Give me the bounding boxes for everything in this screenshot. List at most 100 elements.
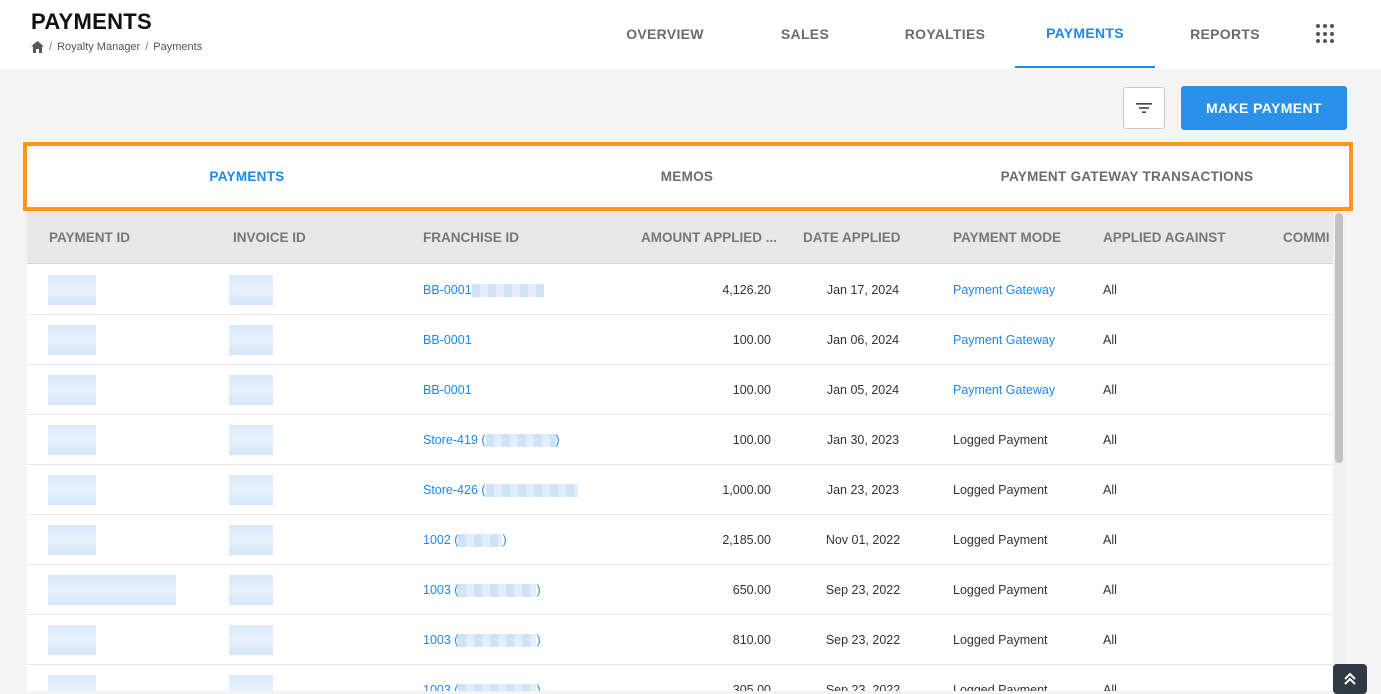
payment-mode-cell: Logged Payment	[953, 633, 1048, 647]
date-applied-cell: Jan 23, 2023	[826, 483, 900, 497]
subtab-payments[interactable]: PAYMENTS	[142, 146, 352, 207]
franchise-id-suffix[interactable]: )	[502, 533, 506, 547]
table-row[interactable]: 1003 () 810.00 Sep 23, 2022 Logged Payment A…	[27, 615, 1333, 665]
franchise-id-link[interactable]: 1002 (	[423, 533, 458, 547]
franchise-id-suffix[interactable]: )	[536, 583, 540, 597]
column-header-amount-applied[interactable]: AMOUNT APPLIED ...	[641, 211, 786, 264]
column-header-date-applied[interactable]: DATE APPLIED	[803, 211, 901, 264]
vertical-scrollbar[interactable]	[1333, 211, 1345, 691]
date-applied-cell: Sep 23, 2022	[825, 583, 901, 597]
double-chevron-up-icon	[1344, 672, 1356, 685]
franchise-id-suffix[interactable]: )	[536, 633, 540, 647]
invoice-id-redacted[interactable]	[229, 375, 273, 405]
franchise-id-cell[interactable]: 1003 ()	[423, 615, 541, 665]
franchise-id-cell[interactable]: Store-426 (	[423, 465, 578, 515]
applied-against-cell: All	[1103, 433, 1117, 447]
payment-id-redacted[interactable]	[48, 625, 96, 655]
franchise-id-link[interactable]: 1003 (	[423, 633, 458, 647]
franchise-id-link[interactable]: Store-419 (	[423, 433, 486, 447]
date-applied-cell: Jan 05, 2024	[826, 383, 900, 397]
invoice-id-redacted[interactable]	[229, 575, 273, 605]
filter-button[interactable]	[1123, 87, 1165, 129]
franchise-id-cell[interactable]: Store-419 ()	[423, 415, 560, 465]
table-row[interactable]: 1003 () 305.00 Sep 23, 2022 Logged Payment A…	[27, 665, 1333, 691]
franchise-id-suffix[interactable]: )	[556, 433, 560, 447]
invoice-id-redacted[interactable]	[229, 475, 273, 505]
table-row[interactable]: 1003 () 650.00 Sep 23, 2022 Logged Payment A…	[27, 565, 1333, 615]
nav-tab-royalties[interactable]: ROYALTIES	[893, 0, 997, 68]
page-title: PAYMENTS	[31, 9, 152, 34]
invoice-id-redacted[interactable]	[229, 325, 273, 355]
nav-tab-payments[interactable]: PAYMENTS	[1015, 0, 1155, 68]
franchise-id-cell[interactable]: 1003 ()	[423, 565, 541, 615]
payment-id-redacted[interactable]	[48, 525, 96, 555]
franchise-id-suffix[interactable]: )	[536, 683, 540, 691]
applied-against-cell: All	[1103, 683, 1117, 691]
table-row[interactable]: BB-0001 100.00 Jan 05, 2024 Payment Gateway…	[27, 365, 1333, 415]
subtab-memos[interactable]: MEMOS	[587, 146, 787, 207]
date-applied-cell: Jan 06, 2024	[826, 333, 900, 347]
column-header-franchise-id[interactable]: FRANCHISE ID	[423, 211, 519, 264]
payment-id-redacted[interactable]	[48, 575, 176, 605]
payment-id-redacted[interactable]	[48, 275, 96, 305]
franchise-id-cell[interactable]: BB-0001	[423, 315, 472, 365]
payment-id-redacted[interactable]	[48, 375, 96, 405]
column-header-invoice-id[interactable]: INVOICE ID	[233, 211, 306, 264]
payment-mode-cell[interactable]: Payment Gateway	[953, 265, 1055, 315]
amount-applied-cell: 100.00	[732, 383, 771, 397]
payment-mode-cell[interactable]: Payment Gateway	[953, 365, 1055, 415]
franchise-id-link[interactable]: BB-0001	[423, 383, 472, 397]
make-payment-button[interactable]: MAKE PAYMENT	[1181, 86, 1347, 130]
scrollbar-thumb[interactable]	[1335, 213, 1343, 463]
home-icon[interactable]	[31, 41, 44, 53]
column-header-payment-id[interactable]: PAYMENT ID	[49, 211, 130, 264]
payment-id-redacted[interactable]	[48, 425, 96, 455]
date-applied-cell: Sep 23, 2022	[825, 683, 901, 691]
table-row[interactable]: Store-419 () 100.00 Jan 30, 2023 Logged Pay…	[27, 415, 1333, 465]
payment-mode-cell: Logged Payment	[953, 533, 1048, 547]
table-row[interactable]: BB-0001 100.00 Jan 06, 2024 Payment Gateway…	[27, 315, 1333, 365]
franchise-id-link[interactable]: BB-0001	[423, 283, 472, 297]
franchise-id-link[interactable]: 1003 (	[423, 583, 458, 597]
invoice-id-redacted[interactable]	[229, 425, 273, 455]
franchise-id-link[interactable]: Store-426 (	[423, 483, 486, 497]
filter-icon	[1136, 103, 1152, 113]
payment-id-redacted[interactable]	[48, 675, 96, 691]
applied-against-cell: All	[1103, 383, 1117, 397]
column-header-applied-against[interactable]: APPLIED AGAINST	[1103, 211, 1226, 264]
table-row[interactable]: Store-426 (1,000.00 Jan 23, 2023 Logged Pa…	[27, 465, 1333, 515]
invoice-id-redacted[interactable]	[229, 675, 273, 691]
table-row[interactable]: BB-0001 4,126.20 Jan 17, 2024 Payment Gatew…	[27, 265, 1333, 315]
franchise-name-redacted	[458, 584, 537, 598]
nav-tab-sales[interactable]: SALES	[765, 0, 845, 68]
payment-id-redacted[interactable]	[48, 325, 96, 355]
payment-mode-cell: Logged Payment	[953, 583, 1048, 597]
breadcrumb: / Royalty Manager / Payments	[31, 41, 202, 53]
subtab-payment-gateway-transactions[interactable]: PAYMENT GATEWAY TRANSACTIONS	[967, 146, 1287, 207]
franchise-name-redacted	[471, 284, 544, 298]
applied-against-cell: All	[1103, 333, 1117, 347]
nav-tab-overview[interactable]: OVERVIEW	[614, 0, 716, 68]
scroll-to-top-button[interactable]	[1333, 664, 1367, 694]
breadcrumb-item-royalty-manager[interactable]: Royalty Manager	[57, 41, 140, 53]
column-header-comments[interactable]: COMMI	[1283, 211, 1333, 264]
invoice-id-redacted[interactable]	[229, 625, 273, 655]
invoice-id-redacted[interactable]	[229, 275, 273, 305]
applied-against-cell: All	[1103, 283, 1117, 297]
franchise-id-cell[interactable]: BB-0001	[423, 365, 472, 415]
franchise-id-cell[interactable]: 1002 ()	[423, 515, 507, 565]
table-row[interactable]: 1002 () 2,185.00 Nov 01, 2022 Logged Paymen…	[27, 515, 1333, 565]
franchise-id-link[interactable]: BB-0001	[423, 333, 472, 347]
apps-grid-icon[interactable]	[1316, 24, 1336, 44]
amount-applied-cell: 2,185.00	[722, 533, 771, 547]
franchise-id-cell[interactable]: BB-0001	[423, 265, 544, 315]
franchise-id-link[interactable]: 1003 (	[423, 683, 458, 691]
payment-mode-cell[interactable]: Payment Gateway	[953, 315, 1055, 365]
invoice-id-redacted[interactable]	[229, 525, 273, 555]
payment-mode-cell: Logged Payment	[953, 683, 1048, 691]
column-header-payment-mode[interactable]: PAYMENT MODE	[953, 211, 1061, 264]
franchise-id-cell[interactable]: 1003 ()	[423, 665, 541, 691]
franchise-name-redacted	[485, 484, 578, 498]
payment-id-redacted[interactable]	[48, 475, 96, 505]
nav-tab-reports[interactable]: REPORTS	[1175, 0, 1275, 68]
